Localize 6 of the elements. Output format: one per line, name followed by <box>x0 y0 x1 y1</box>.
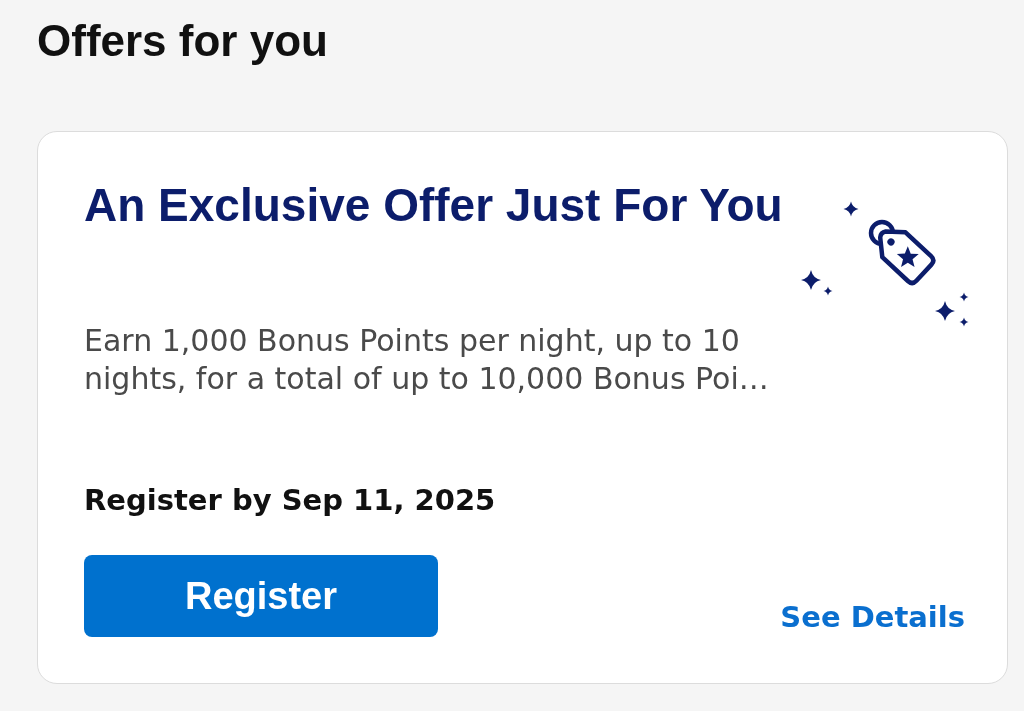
registration-deadline: Register by Sep 11, 2025 <box>84 482 496 518</box>
register-button[interactable]: Register <box>84 555 438 637</box>
offer-title: An Exclusive Offer Just For You <box>84 178 783 232</box>
see-details-link[interactable]: See Details <box>780 599 965 635</box>
section-heading: Offers for you <box>37 15 328 67</box>
offer-description: Earn 1,000 Bonus Points per night, up to 10 nights, for a total of up to 10,000 Bonus Poi… <box>84 322 770 398</box>
